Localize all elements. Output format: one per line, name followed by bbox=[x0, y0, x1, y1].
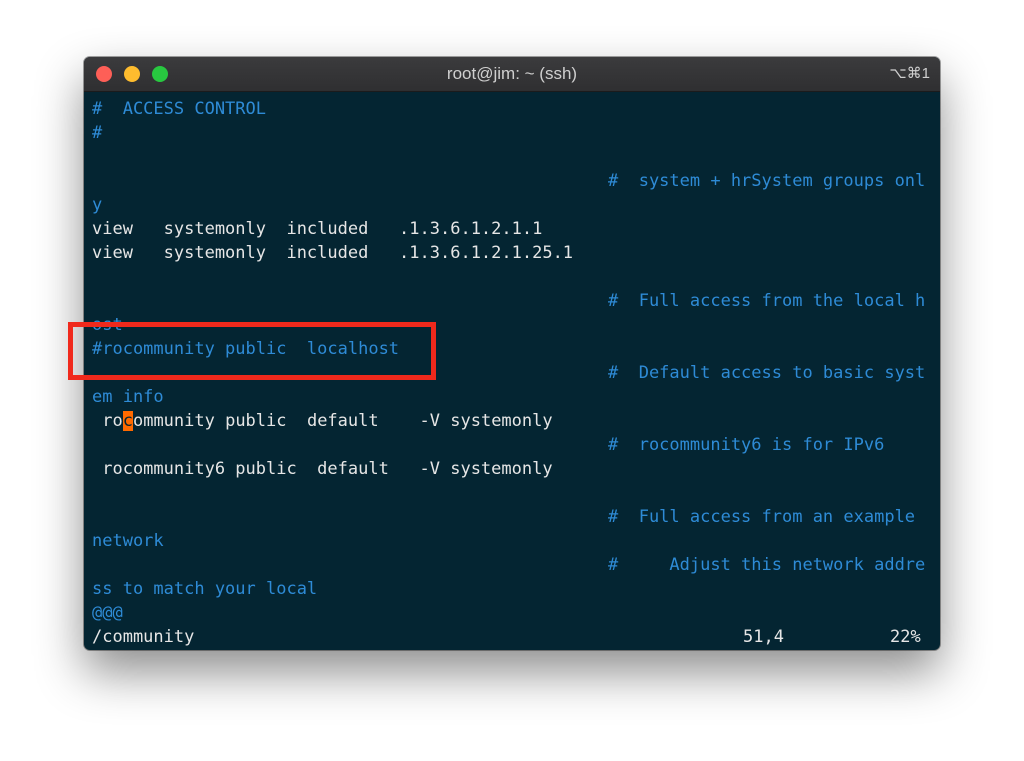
title-bar: root@jim: ~ (ssh) ⌥⌘1 bbox=[84, 57, 940, 92]
tab-shortcut: ⌥⌘1 bbox=[889, 65, 930, 82]
terminal-line: view systemonly included .1.3.6.1.2.1.25… bbox=[92, 243, 574, 263]
terminal-line: # Full access from the local h bbox=[608, 291, 926, 311]
terminal-line: view systemonly included .1.3.6.1.2.1.1 bbox=[92, 219, 543, 239]
status-percent: 22% bbox=[890, 627, 921, 647]
terminal-window: root@jim: ~ (ssh) ⌥⌘1 # ACCESS CONTROL #… bbox=[84, 57, 940, 650]
line-segment: ommunity public default -V systemonly bbox=[132, 411, 553, 431]
terminal-line: ss to match your local bbox=[92, 579, 318, 599]
status-position: 51,4 bbox=[743, 627, 784, 647]
terminal-line: em info bbox=[92, 387, 164, 407]
line-segment: ro bbox=[92, 411, 123, 431]
terminal-line: ost bbox=[92, 315, 123, 335]
terminal-line: # bbox=[92, 123, 103, 143]
text-cursor: c bbox=[122, 411, 133, 431]
terminal-line: network bbox=[92, 531, 164, 551]
terminal-line: # Default access to basic syst bbox=[608, 363, 926, 383]
terminal-line: y bbox=[92, 195, 103, 215]
terminal-line: #rocommunity public localhost bbox=[92, 339, 400, 359]
terminal-line: @@@ bbox=[92, 603, 123, 623]
terminal-line: # rocommunity6 is for IPv6 bbox=[608, 435, 885, 455]
terminal-line: # ACCESS CONTROL bbox=[92, 99, 266, 119]
terminal-line: # Full access from an example bbox=[608, 507, 916, 527]
terminal-line: rocommunity6 public default -V systemonl… bbox=[92, 459, 553, 479]
window-title: root@jim: ~ (ssh) bbox=[446, 64, 578, 83]
terminal-line: rocommunity public default -V systemonly bbox=[92, 409, 553, 433]
terminal-screen[interactable]: # ACCESS CONTROL # # system + hrSystem g… bbox=[92, 97, 932, 647]
terminal-line: # system + hrSystem groups onl bbox=[608, 171, 926, 191]
status-command: /community bbox=[92, 627, 195, 647]
terminal-line: # Adjust this network addre bbox=[608, 555, 926, 575]
